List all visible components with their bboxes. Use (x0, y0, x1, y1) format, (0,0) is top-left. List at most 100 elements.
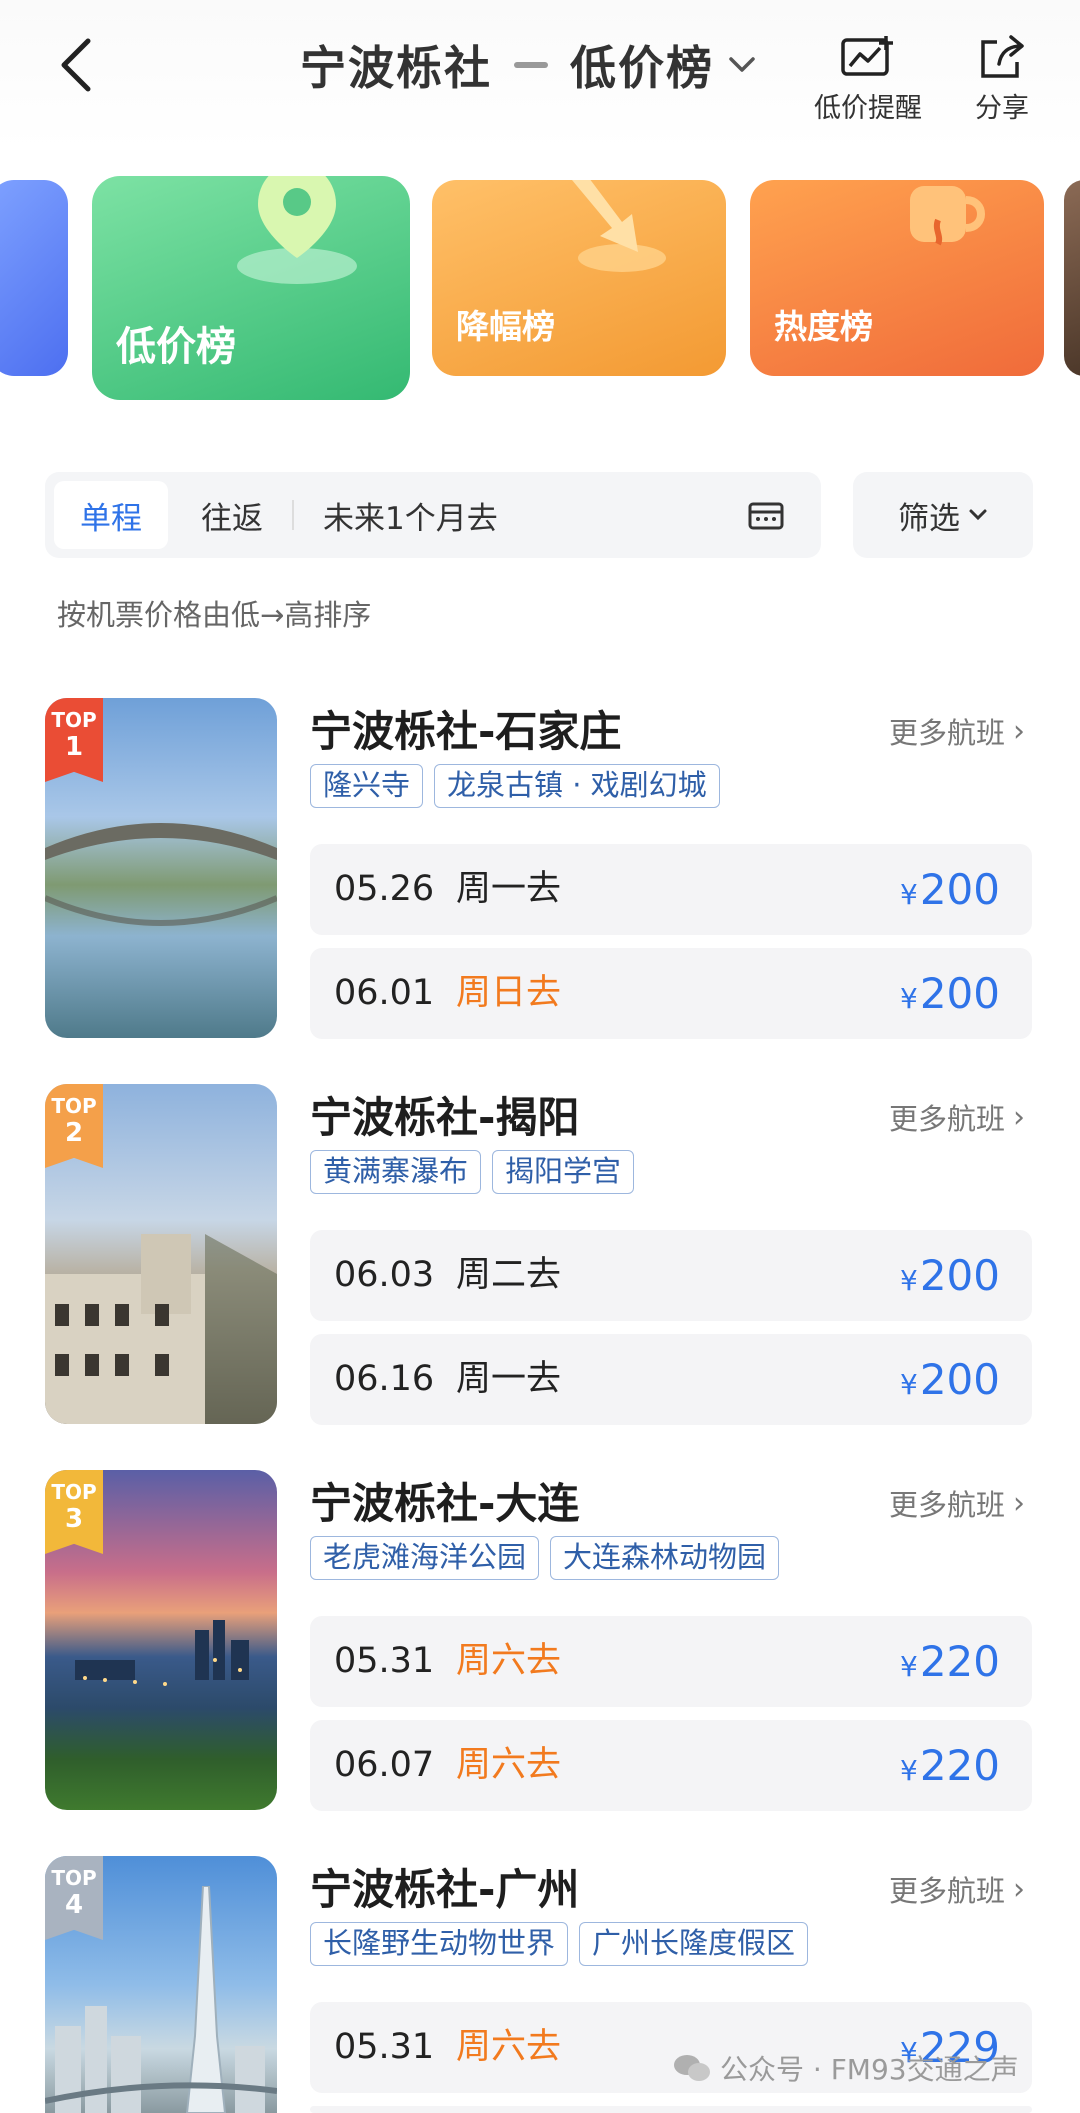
attraction-tag[interactable]: 龙泉古镇 · 戏剧幻城 (434, 764, 720, 808)
more-flights-label: 更多航班 (888, 1874, 1005, 1908)
flight-date: 05.31 (334, 2027, 435, 2067)
flight-date: 06.07 (334, 1745, 435, 1785)
flight-weekday: 周六去 (456, 2027, 562, 2067)
attraction-tag[interactable]: 揭阳学宫 (492, 1150, 635, 1194)
flight-weekday: 周日去 (456, 973, 562, 1013)
price-alert-icon (841, 36, 893, 76)
more-flights-link[interactable]: 更多航班 › (889, 1868, 1025, 1910)
page-title[interactable]: 宁波栎社 低价榜 (300, 30, 756, 100)
flight-price: ¥200 (900, 1230, 1000, 1326)
route-title[interactable]: 宁波栎社-揭阳 (310, 1084, 579, 1145)
attraction-tag[interactable]: 广州长隆度假区 (579, 1922, 809, 1966)
flight-weekday: 周一去 (456, 869, 562, 909)
chevron-left-icon (61, 38, 91, 92)
building-illustration (45, 1234, 277, 1424)
destination-photo[interactable]: TOP 4 (45, 1856, 277, 2113)
more-flights-label: 更多航班 (888, 1488, 1005, 1522)
flight-price: ¥200 (900, 844, 1000, 940)
rank-tag: TOP (51, 1866, 97, 1890)
flight-price: ¥200 (900, 948, 1000, 1044)
destination-photo[interactable]: TOP 3 (45, 1470, 277, 1810)
attraction-tag[interactable]: 长隆野生动物世界 (310, 1922, 569, 1966)
category-card-next[interactable] (1064, 180, 1080, 376)
flight-row[interactable] (310, 2106, 1032, 2113)
chevron-right-icon: › (1013, 1099, 1025, 1135)
chevron-down-icon (969, 509, 987, 521)
rank-number: 1 (64, 732, 84, 762)
divider (292, 500, 294, 530)
chevron-right-icon: › (1013, 1485, 1025, 1521)
category-card-prev[interactable] (0, 180, 68, 376)
cup-icon (910, 186, 985, 246)
price-alert-label: 低价提醒 (814, 93, 922, 124)
flight-row[interactable]: 06.03 周二去 ¥200 (310, 1230, 1032, 1321)
currency-symbol: ¥ (900, 1368, 918, 1401)
tab-round-trip[interactable]: 往返 (177, 481, 287, 549)
back-button[interactable] (48, 30, 104, 100)
share-button[interactable]: 分享 (975, 34, 1029, 125)
rank-number: 3 (64, 1504, 84, 1534)
price-alert-button[interactable]: 低价提醒 (814, 34, 922, 125)
more-flights-link[interactable]: 更多航班 › (889, 710, 1025, 752)
flight-price: ¥220 (900, 1616, 1000, 1712)
share-icon (981, 35, 1024, 78)
down-arrow-icon (572, 180, 666, 272)
attraction-tag[interactable]: 老虎滩海洋公园 (310, 1536, 540, 1580)
currency-symbol: ¥ (900, 878, 918, 911)
category-card-hot[interactable]: 热度榜 (750, 180, 1044, 376)
destination-photo[interactable]: TOP 2 (45, 1084, 277, 1424)
currency-symbol: ¥ (900, 1264, 918, 1297)
route-title[interactable]: 宁波栎社-广州 (310, 1856, 579, 1917)
wechat-icon (674, 2055, 710, 2081)
watermark: 公众号 · FM93交通之声 (672, 2048, 1019, 2088)
price-value: 200 (919, 865, 1000, 914)
city-night-illustration (75, 1620, 249, 1686)
flight-weekday: 周二去 (456, 1255, 562, 1295)
flight-row[interactable]: 05.31 周六去 ¥220 (310, 1616, 1032, 1707)
sort-hint: 按机票价格由低→高排序 (57, 598, 372, 632)
category-carousel[interactable]: 低价榜 降幅榜 热度榜 (0, 160, 1080, 410)
chevron-right-icon: › (1013, 1871, 1025, 1907)
share-label: 分享 (975, 93, 1029, 124)
attraction-tag[interactable]: 大连森林动物园 (550, 1536, 780, 1580)
flight-date: 06.01 (334, 973, 435, 1013)
rank-number: 4 (64, 1890, 84, 1920)
filter-button[interactable]: 筛选 (853, 472, 1033, 558)
filter-label: 筛选 (898, 500, 960, 537)
flight-weekday: 周一去 (456, 1359, 562, 1399)
category-card-low-price[interactable]: 低价榜 (92, 176, 410, 400)
currency-symbol: ¥ (900, 1754, 918, 1787)
calendar-icon[interactable] (747, 499, 785, 531)
flight-row[interactable]: 05.26 周一去 ¥200 (310, 844, 1032, 935)
tab-one-way[interactable]: 单程 (54, 481, 168, 549)
location-pin-icon (237, 176, 357, 284)
more-flights-link[interactable]: 更多航班 › (889, 1096, 1025, 1138)
flight-weekday: 周六去 (456, 1641, 562, 1681)
rank-tag: TOP (51, 1094, 97, 1118)
flight-row[interactable]: 06.07 周六去 ¥220 (310, 1720, 1032, 1811)
flight-row[interactable]: 06.01 周日去 ¥200 (310, 948, 1032, 1039)
attraction-tags: 老虎滩海洋公园 大连森林动物园 (310, 1536, 790, 1580)
attraction-tag[interactable]: 隆兴寺 (310, 764, 424, 808)
flight-row[interactable]: 06.16 周一去 ¥200 (310, 1334, 1032, 1425)
route-title[interactable]: 宁波栎社-石家庄 (310, 698, 621, 759)
more-flights-link[interactable]: 更多航班 › (889, 1482, 1025, 1524)
category-card-price-drop[interactable]: 降幅榜 (432, 180, 726, 376)
flight-date: 06.03 (334, 1255, 435, 1295)
attraction-tag[interactable]: 黄满寨瀑布 (310, 1150, 482, 1194)
flight-date: 06.16 (334, 1359, 435, 1399)
route-title[interactable]: 宁波栎社-大连 (310, 1470, 579, 1531)
rank-badge: TOP 2 (45, 1084, 103, 1168)
list-name: 低价榜 (570, 41, 714, 95)
origin-airport: 宁波栎社 (300, 41, 492, 95)
chevron-right-icon: › (1013, 713, 1025, 749)
price-value: 220 (919, 1637, 1000, 1686)
flight-date: 05.26 (334, 869, 435, 909)
trip-filter-bar: 单程 往返 未来1个月去 (45, 472, 821, 558)
rank-badge: TOP 4 (45, 1856, 103, 1940)
attraction-tags: 隆兴寺 龙泉古镇 · 戏剧幻城 (310, 764, 731, 808)
destination-photo[interactable]: TOP 1 (45, 698, 277, 1038)
rank-tag: TOP (51, 1480, 97, 1504)
category-label: 低价榜 (116, 324, 236, 370)
date-range-selector[interactable]: 未来1个月去 (323, 481, 498, 549)
